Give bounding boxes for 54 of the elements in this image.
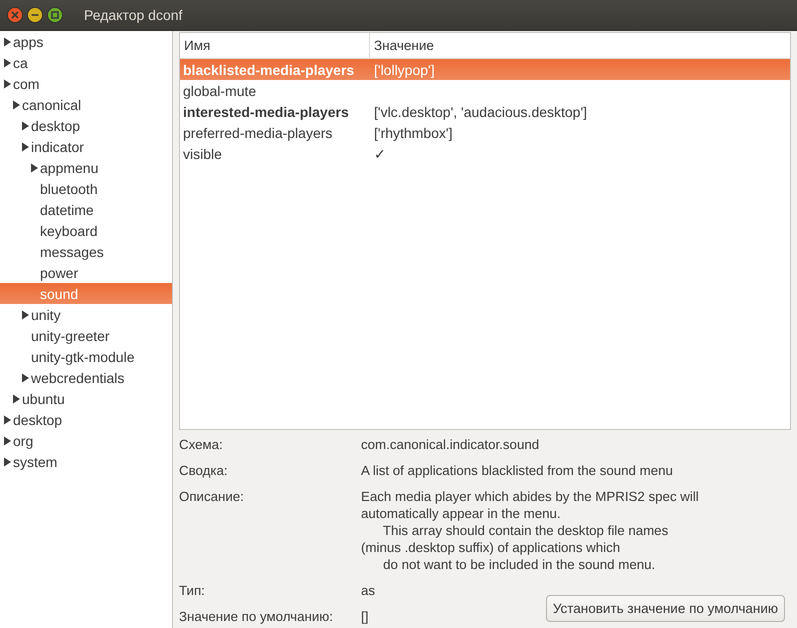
expander-icon[interactable]: [21, 310, 30, 320]
expander-icon[interactable]: [12, 100, 21, 110]
expander-icon[interactable]: [21, 142, 30, 152]
column-header[interactable]: Значение: [370, 33, 434, 58]
maximize-button[interactable]: [47, 7, 63, 23]
expander-icon[interactable]: [12, 394, 21, 404]
key-row[interactable]: global-mute: [180, 80, 790, 101]
detail-label: Схема:: [179, 436, 223, 454]
expander-icon[interactable]: [3, 436, 12, 446]
tree-item[interactable]: datetime: [0, 199, 172, 220]
expander-icon[interactable]: [3, 58, 12, 68]
tree-item[interactable]: unity: [0, 304, 172, 325]
tree-item[interactable]: webcredentials: [0, 367, 172, 388]
expander-icon[interactable]: [3, 414, 12, 424]
detail-value: com.canonical.indicator.sound: [361, 436, 540, 454]
key-row[interactable]: interested-media-players ['vlc.desktop', 'audacious.desktop']: [180, 101, 790, 122]
minimize-button[interactable]: [27, 7, 43, 23]
close-button[interactable]: [7, 7, 23, 23]
tree-item[interactable]: ubuntu: [0, 388, 172, 409]
tree-item[interactable]: messages: [0, 241, 172, 262]
tree-item[interactable]: org: [0, 430, 172, 451]
expander-icon[interactable]: [3, 456, 12, 466]
expander-icon[interactable]: [3, 78, 12, 88]
detail-label: Значение по умолчанию:: [179, 608, 333, 626]
window-title: Редактор dconf: [84, 7, 182, 23]
tree-item[interactable]: indicator: [0, 136, 172, 157]
tree-item[interactable]: apps: [0, 31, 172, 52]
tree-item[interactable]: ca: [0, 52, 172, 73]
detail-label: Описание:: [179, 488, 244, 506]
tree-item[interactable]: power: [0, 262, 172, 283]
detail-value: Each media player which abides by the MPRIS2 spec will automatically appear in the menu. This array should contain the desktop file names (minus .desktop suffix) of applications which do not want to be included in the sound menu.: [361, 488, 699, 574]
key-row[interactable]: preferred-media-players ['rhythmbox']: [180, 122, 790, 143]
tree-item[interactable]: system: [0, 451, 172, 472]
expander-icon[interactable]: [3, 36, 12, 46]
column-header[interactable]: Имя: [180, 33, 370, 58]
tree-item[interactable]: bluetooth: [0, 178, 172, 199]
tree-item[interactable]: desktop: [0, 115, 172, 136]
detail-label: Тип:: [179, 582, 205, 600]
key-row[interactable]: visible ✓: [180, 143, 790, 164]
tree-item[interactable]: unity-greeter: [0, 325, 172, 346]
tree-item[interactable]: keyboard: [0, 220, 172, 241]
detail-label: Сводка:: [179, 462, 228, 480]
detail-value: as: [361, 582, 376, 600]
detail-value: []: [361, 608, 368, 626]
tree-item[interactable]: appmenu: [0, 157, 172, 178]
tree-item[interactable]: unity-gtk-module: [0, 346, 172, 367]
reset-button[interactable]: Установить значение по умолчанию: [546, 595, 785, 622]
detail-value: A list of applications blacklisted from the sound menu: [361, 462, 673, 480]
expander-icon[interactable]: [30, 162, 39, 172]
expander-icon[interactable]: [21, 372, 30, 382]
tree-item[interactable]: canonical: [0, 94, 172, 115]
tree-item[interactable]: desktop: [0, 409, 172, 430]
tree-item[interactable]: com: [0, 73, 172, 94]
expander-icon[interactable]: [21, 120, 30, 130]
